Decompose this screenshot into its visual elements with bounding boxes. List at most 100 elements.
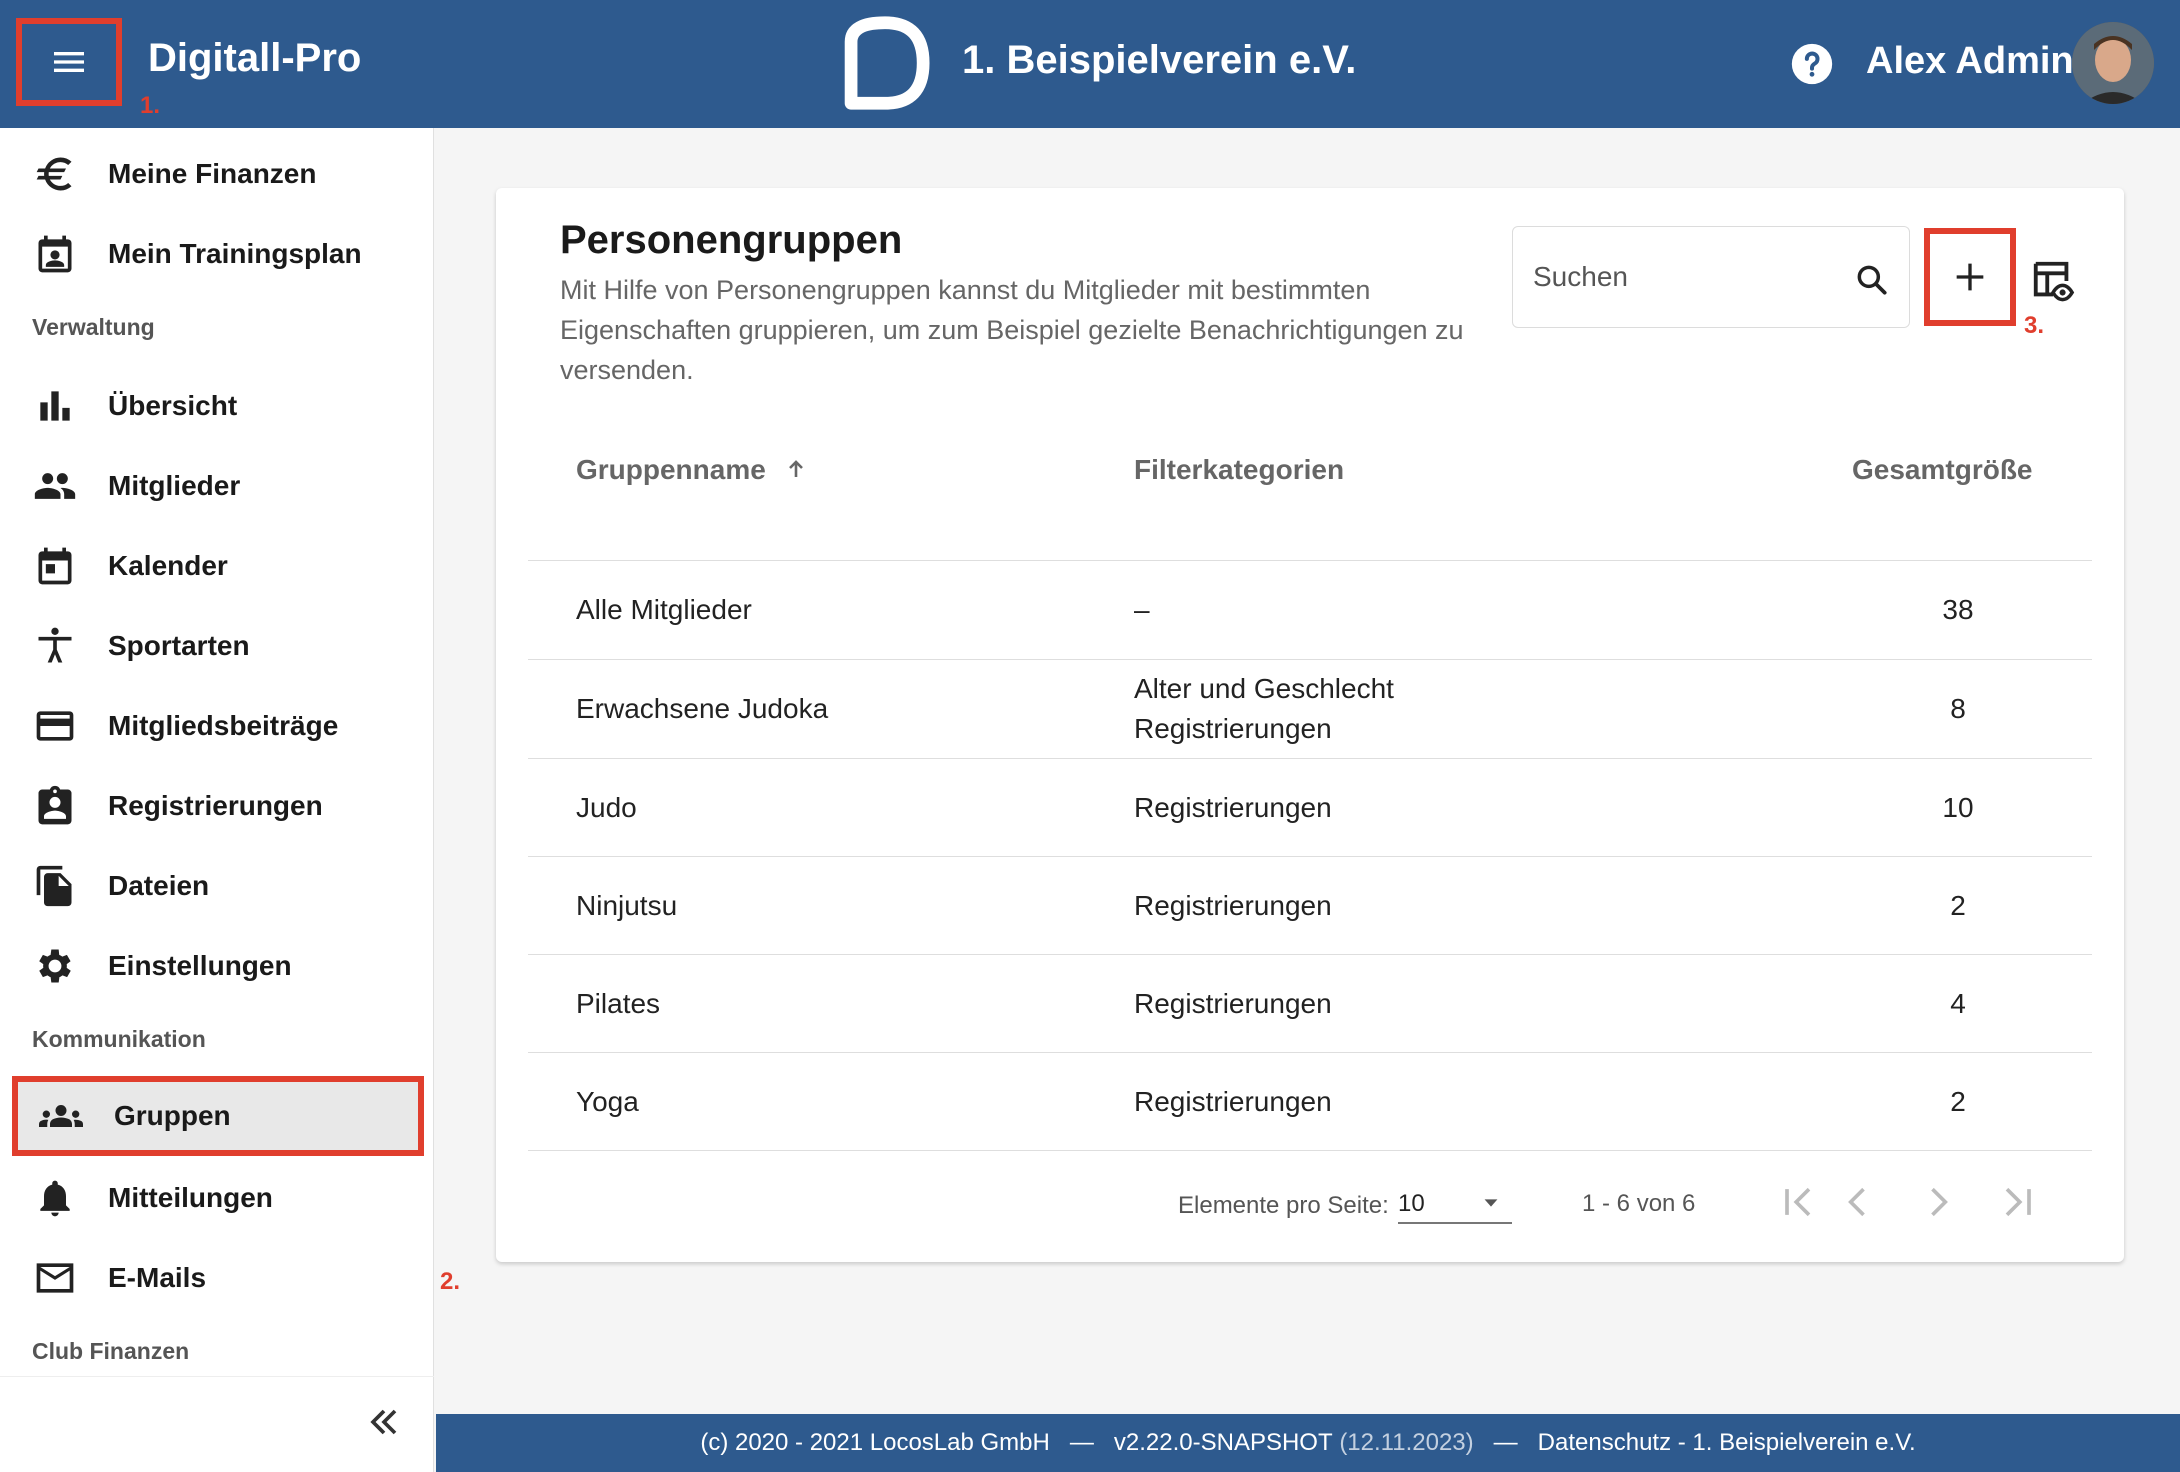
plus-icon <box>1956 263 1984 291</box>
sidebar-item-einstellungen[interactable]: Einstellungen <box>0 926 434 1006</box>
mail-icon <box>32 1255 78 1301</box>
hamburger-icon <box>54 52 84 72</box>
user-avatar-icon <box>2072 22 2154 104</box>
sidebar-item-registrierungen[interactable]: Registrierungen <box>0 766 434 846</box>
sidebar-item-label: Mitgliedsbeiträge <box>108 710 339 741</box>
groups-card: Personengruppen Mit Hilfe von Personengr… <box>496 188 2124 1262</box>
cell-size: 2 <box>1950 1086 1966 1117</box>
bar-chart-icon <box>32 383 78 429</box>
sidebar: Meine Finanzen Mein Trainingsplan Verwal… <box>0 128 460 1472</box>
sidebar-divider <box>0 1376 434 1377</box>
first-page-button[interactable] <box>1776 1180 1820 1224</box>
training-plan-icon <box>32 231 78 277</box>
search-icon[interactable] <box>1853 261 1891 299</box>
calendar-icon <box>32 543 78 589</box>
cell-filters: Alter und Geschlecht <box>1134 673 1394 704</box>
table-row[interactable]: Pilates Registrierungen 4 <box>528 955 2092 1053</box>
cell-filters: Registrierungen <box>1134 988 1332 1019</box>
cell-group-name: Pilates <box>576 988 661 1019</box>
groups-icon <box>38 1093 84 1139</box>
app-header: 1. Digitall-Pro 1. Beispielverein e.V. A… <box>0 0 2180 128</box>
club-logo-icon <box>844 16 930 110</box>
app-footer: (c) 2020 - 2021 LocosLab GmbH — v2.22.0-… <box>436 1414 2180 1472</box>
annotation-3: 3. <box>2024 312 2045 339</box>
column-visibility-icon[interactable] <box>2030 258 2076 304</box>
items-per-page-value: 10 <box>1398 1190 1425 1217</box>
sport-icon <box>32 623 78 669</box>
clipboard-account-icon <box>32 783 78 829</box>
previous-page-button[interactable] <box>1836 1180 1880 1224</box>
first-page-icon <box>1785 1187 1811 1217</box>
last-page-button[interactable] <box>1996 1180 2040 1224</box>
table-row[interactable]: Alle Mitglieder – 38 <box>528 561 2092 659</box>
cell-filters: Registrierungen <box>1134 890 1332 921</box>
sidebar-item-label: Meine Finanzen <box>108 158 317 189</box>
help-icon[interactable] <box>1790 42 1834 86</box>
cell-filters: – <box>1134 594 1150 625</box>
column-header-size[interactable]: Gesamtgröße <box>1852 454 2033 486</box>
items-per-page-label: Elemente pro Seite: <box>1178 1192 1389 1219</box>
section-club-finanzen: Club Finanzen <box>32 1338 190 1364</box>
sidebar-item-mitgliedsbeitraege[interactable]: Mitgliedsbeiträge <box>0 686 434 766</box>
sidebar-item-uebersicht[interactable]: Übersicht <box>0 366 434 446</box>
cell-filters: Registrierungen <box>1134 792 1332 823</box>
section-kommunikation: Kommunikation <box>32 1026 206 1052</box>
cell-size: 10 <box>1942 792 1974 823</box>
column-header-label: Gruppenname <box>576 454 766 485</box>
cell-group-name: Alle Mitglieder <box>576 594 752 625</box>
table-row[interactable]: Judo Registrierungen 10 <box>528 759 2092 857</box>
search-field[interactable] <box>1512 226 1910 328</box>
cell-filters: Registrierungen <box>1134 713 1332 744</box>
sidebar-item-label: Mitteilungen <box>108 1182 273 1213</box>
gear-icon <box>32 943 78 989</box>
dropdown-arrow-icon <box>1484 1199 1498 1207</box>
page-description: Mit Hilfe von Personengruppen kannst du … <box>560 275 1464 385</box>
footer-build-date: (12.11.2023) <box>1339 1429 1474 1456</box>
cell-filters: Registrierungen <box>1134 1086 1332 1117</box>
page-range: 1 - 6 von 6 <box>1582 1190 1696 1217</box>
annotation-1: 1. <box>140 92 161 119</box>
sidebar-item-meine-finanzen[interactable]: Meine Finanzen <box>0 134 434 214</box>
next-page-button[interactable] <box>1916 1180 1960 1224</box>
page-title: Personengruppen <box>560 218 903 262</box>
cell-group-name: Ninjutsu <box>576 890 678 921</box>
column-header-filter[interactable]: Filterkategorien <box>1134 454 1344 486</box>
table-divider <box>528 1150 2092 1151</box>
avatar[interactable] <box>2072 22 2154 104</box>
table-row[interactable]: Erwachsene Judoka Alter und Geschlecht R… <box>528 660 2092 758</box>
app-title: Digitall-Pro <box>148 36 362 80</box>
annotation-2: 2. <box>440 1268 461 1295</box>
table-row[interactable]: Yoga Registrierungen 2 <box>528 1053 2092 1151</box>
collapse-sidebar-icon[interactable] <box>362 1400 406 1444</box>
add-group-button[interactable] <box>1924 228 2016 326</box>
sidebar-item-mein-trainingsplan[interactable]: Mein Trainingsplan <box>0 214 434 294</box>
sidebar-item-e-mails[interactable]: E-Mails <box>0 1238 434 1318</box>
user-name[interactable]: Alex Admin <box>1866 40 2074 83</box>
items-per-page-select[interactable]: 10 <box>1398 1178 1512 1224</box>
sidebar-item-dateien[interactable]: Dateien <box>0 846 434 926</box>
sidebar-item-label: Gruppen <box>114 1100 231 1131</box>
club-name: 1. Beispielverein e.V. <box>962 38 1357 82</box>
search-input[interactable] <box>1533 257 1833 297</box>
sidebar-item-mitglieder[interactable]: Mitglieder <box>0 446 434 526</box>
sidebar-item-kalender[interactable]: Kalender <box>0 526 434 606</box>
menu-button[interactable] <box>16 18 122 106</box>
section-verwaltung: Verwaltung <box>32 314 155 340</box>
sidebar-item-label: Registrierungen <box>108 790 323 821</box>
footer-privacy-link[interactable]: Datenschutz - 1. Beispielverein e.V. <box>1538 1429 1916 1457</box>
sidebar-item-label: Einstellungen <box>108 950 292 981</box>
sidebar-item-gruppen[interactable]: Gruppen <box>12 1076 424 1156</box>
sidebar-item-label: E-Mails <box>108 1262 207 1293</box>
sidebar-item-label: Übersicht <box>108 390 238 421</box>
bell-icon <box>32 1175 78 1221</box>
column-header-name[interactable]: Gruppenname <box>576 454 808 486</box>
sidebar-item-label: Dateien <box>108 870 210 901</box>
files-icon <box>32 863 78 909</box>
sidebar-item-label: Mein Trainingsplan <box>108 238 362 269</box>
table-row[interactable]: Ninjutsu Registrierungen 2 <box>528 857 2092 955</box>
sidebar-item-sportarten[interactable]: Sportarten <box>0 606 434 686</box>
last-page-icon <box>2005 1187 2031 1217</box>
footer-separator: — <box>1069 1429 1094 1456</box>
chevron-right-icon <box>1931 1187 1948 1217</box>
sidebar-item-mitteilungen[interactable]: Mitteilungen <box>0 1158 434 1238</box>
